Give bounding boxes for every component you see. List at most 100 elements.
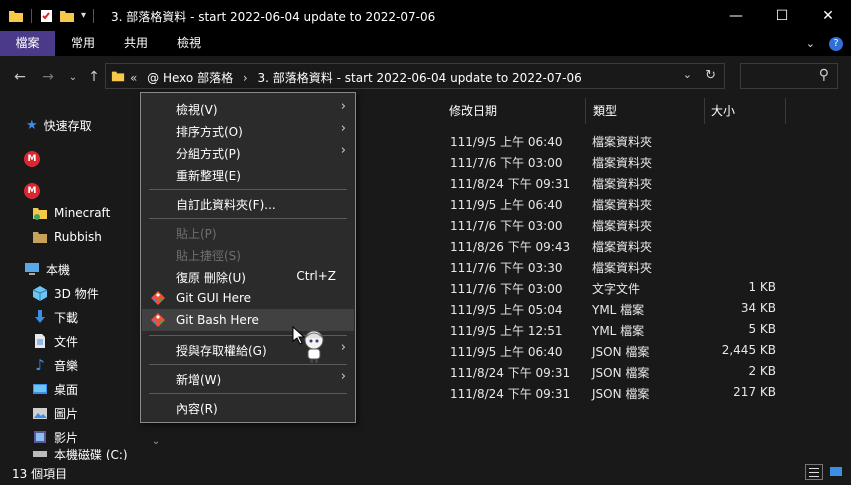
cell-type: YML 檔案 — [592, 303, 645, 317]
mouse-cursor-icon — [292, 326, 324, 363]
sidebar-item-mega[interactable]: M — [24, 148, 40, 170]
table-row[interactable]: 111/7/6 下午 03:30 檔案資料夾 — [442, 255, 782, 276]
window-controls: — ☐ ✕ — [713, 0, 851, 31]
ribbon-right-controls: ⌄ ? — [806, 31, 843, 56]
column-divider[interactable] — [704, 98, 705, 124]
close-button[interactable]: ✕ — [805, 0, 851, 31]
sidebar-item-downloads[interactable]: 下載 — [32, 306, 78, 328]
menu-item-sort-by[interactable]: 排序方式(O) › — [142, 119, 354, 141]
expand-ribbon-icon[interactable]: ⌄ — [806, 37, 815, 50]
menu-item-undo-delete[interactable]: 復原 刪除(U) Ctrl+Z — [142, 265, 354, 287]
help-icon[interactable]: ? — [829, 36, 843, 51]
search-input[interactable]: ⚲ — [740, 63, 838, 89]
sidebar-item-rubbish[interactable]: Rubbish — [32, 226, 102, 248]
sidebar-item-documents[interactable]: 文件 — [32, 330, 78, 352]
tab-view[interactable]: 檢視 — [161, 31, 217, 56]
folder-icon — [33, 208, 47, 220]
menu-item-refresh[interactable]: 重新整理(E) — [142, 163, 354, 185]
cell-date: 111/9/5 上午 06:40 — [450, 345, 563, 359]
sidebar-item-videos[interactable]: 影片 — [32, 426, 78, 448]
sidebar-item-quick-access[interactable]: ★ 快速存取 — [26, 114, 92, 136]
sidebar-item-mega[interactable]: M — [24, 180, 40, 202]
sidebar-item-minecraft[interactable]: Minecraft — [32, 202, 110, 224]
sidebar-item-desktop[interactable]: 桌面 — [32, 378, 78, 400]
title-bar: ▾ 3. 部落格資料 - start 2022-06-04 update to … — [0, 0, 851, 31]
tab-home[interactable]: 常用 — [55, 31, 111, 56]
minimize-button[interactable]: — — [713, 0, 759, 31]
breadcrumb: « @ Hexo 部落格 › 3. 部落格資料 - start 2022-06-… — [130, 69, 582, 86]
folder-icon — [9, 10, 23, 22]
menu-item-label: 排序方式(O) — [176, 125, 243, 139]
table-row[interactable]: 111/8/26 下午 09:43 檔案資料夾 — [442, 234, 782, 255]
sidebar-item-music[interactable]: ♪ 音樂 — [32, 354, 78, 376]
forward-button[interactable]: → — [38, 67, 58, 87]
address-dropdown-icon[interactable]: ⌄ — [683, 68, 692, 81]
properties-icon[interactable] — [39, 8, 55, 24]
sidebar-item-pictures[interactable]: 圖片 — [32, 402, 78, 424]
back-button[interactable]: ← — [10, 67, 30, 87]
details-view-icon[interactable] — [805, 464, 823, 480]
table-row[interactable]: 111/9/5 上午 05:04 YML 檔案 34 KB — [442, 297, 782, 318]
table-row[interactable]: 111/8/24 下午 09:31 檔案資料夾 — [442, 171, 782, 192]
table-row[interactable]: 111/8/24 下午 09:31 JSON 檔案 2 KB — [442, 360, 782, 381]
menu-item-paste: 貼上(P) — [142, 221, 354, 243]
tab-file[interactable]: 檔案 — [0, 31, 55, 56]
cell-type: 檔案資料夾 — [592, 198, 653, 212]
recent-locations-button[interactable]: ⌄ — [63, 67, 83, 87]
breadcrumb-item[interactable]: 3. 部落格資料 - start 2022-06-04 update to 20… — [258, 71, 582, 85]
nav-scroll-down-button[interactable]: ⌄ — [148, 436, 164, 460]
table-row[interactable]: 111/9/5 上午 06:40 檔案資料夾 — [442, 192, 782, 213]
large-icons-view-icon[interactable] — [827, 464, 845, 480]
sidebar-item-label: 快速存取 — [43, 118, 92, 133]
cube-icon — [32, 286, 48, 301]
cell-type: JSON 檔案 — [592, 387, 650, 401]
window-title: 3. 部落格資料 - start 2022-06-04 update to 20… — [111, 10, 436, 24]
submenu-arrow-icon: › — [340, 143, 346, 158]
menu-item-git-gui[interactable]: Git GUI Here — [142, 287, 354, 309]
folder-icon — [111, 71, 125, 82]
sidebar-item-label: 音樂 — [54, 358, 79, 373]
customize-toolbar-icon[interactable]: ▾ — [81, 10, 86, 21]
maximize-button[interactable]: ☐ — [759, 0, 805, 31]
tab-share[interactable]: 共用 — [111, 31, 161, 56]
sidebar-item-label: 本機 — [46, 262, 71, 277]
sidebar-item-local-disk[interactable]: 本機磁碟 (C:) — [32, 448, 128, 460]
cell-date: 111/7/6 下午 03:00 — [450, 282, 563, 296]
new-folder-icon[interactable] — [59, 8, 75, 24]
breadcrumb-overflow[interactable]: « — [130, 71, 137, 85]
menu-item-group-by[interactable]: 分組方式(P) › — [142, 141, 354, 163]
address-bar[interactable]: « @ Hexo 部落格 › 3. 部落格資料 - start 2022-06-… — [105, 63, 725, 89]
menu-item-view[interactable]: 檢視(V) › — [142, 97, 354, 119]
refresh-icon[interactable]: ↻ — [705, 68, 716, 83]
table-row[interactable]: 111/7/6 下午 03:00 檔案資料夾 — [442, 213, 782, 234]
cell-type: 檔案資料夾 — [592, 177, 653, 191]
sidebar-item-3d-objects[interactable]: 3D 物件 — [32, 282, 99, 304]
menu-item-new[interactable]: 新增(W) › — [142, 367, 354, 389]
column-header-size[interactable]: 大小 — [711, 98, 735, 124]
column-divider[interactable] — [785, 98, 786, 124]
cell-type: 檔案資料夾 — [592, 156, 653, 170]
table-row[interactable]: 111/9/5 上午 12:51 YML 檔案 5 KB — [442, 318, 782, 339]
table-row[interactable]: 111/9/5 上午 06:40 JSON 檔案 2,445 KB — [442, 339, 782, 360]
cell-date: 111/9/5 上午 05:04 — [450, 303, 563, 317]
column-divider[interactable] — [585, 98, 586, 124]
table-row[interactable]: 111/8/24 下午 09:31 JSON 檔案 217 KB — [442, 381, 782, 402]
submenu-arrow-icon: › — [340, 340, 346, 355]
menu-item-label: Git Bash Here — [176, 313, 259, 327]
table-row[interactable]: 111/7/6 下午 03:00 文字文件 1 KB — [442, 276, 782, 297]
column-header-date[interactable]: 修改日期 — [449, 98, 497, 124]
menu-item-label: 新增(W) — [176, 373, 222, 387]
menu-item-properties[interactable]: 內容(R) — [142, 396, 354, 418]
context-menu: 檢視(V) › 排序方式(O) › 分組方式(P) › 重新整理(E) 自訂此資… — [140, 92, 356, 423]
table-row[interactable]: 111/9/5 上午 06:40 檔案資料夾 — [442, 129, 782, 150]
menu-item-label: 復原 刪除(U) — [176, 271, 246, 285]
document-icon — [35, 334, 45, 348]
up-button[interactable]: ↑ — [84, 67, 104, 87]
cell-size: 2,445 KB — [721, 343, 776, 357]
column-header-type[interactable]: 類型 — [593, 98, 617, 124]
menu-item-customize-folder[interactable]: 自訂此資料夾(F)... — [142, 192, 354, 214]
toolbar-divider — [31, 8, 32, 23]
breadcrumb-item[interactable]: @ Hexo 部落格 — [147, 71, 233, 85]
sidebar-item-this-pc[interactable]: 本機 — [24, 258, 70, 280]
table-row[interactable]: 111/7/6 下午 03:00 檔案資料夾 — [442, 150, 782, 171]
